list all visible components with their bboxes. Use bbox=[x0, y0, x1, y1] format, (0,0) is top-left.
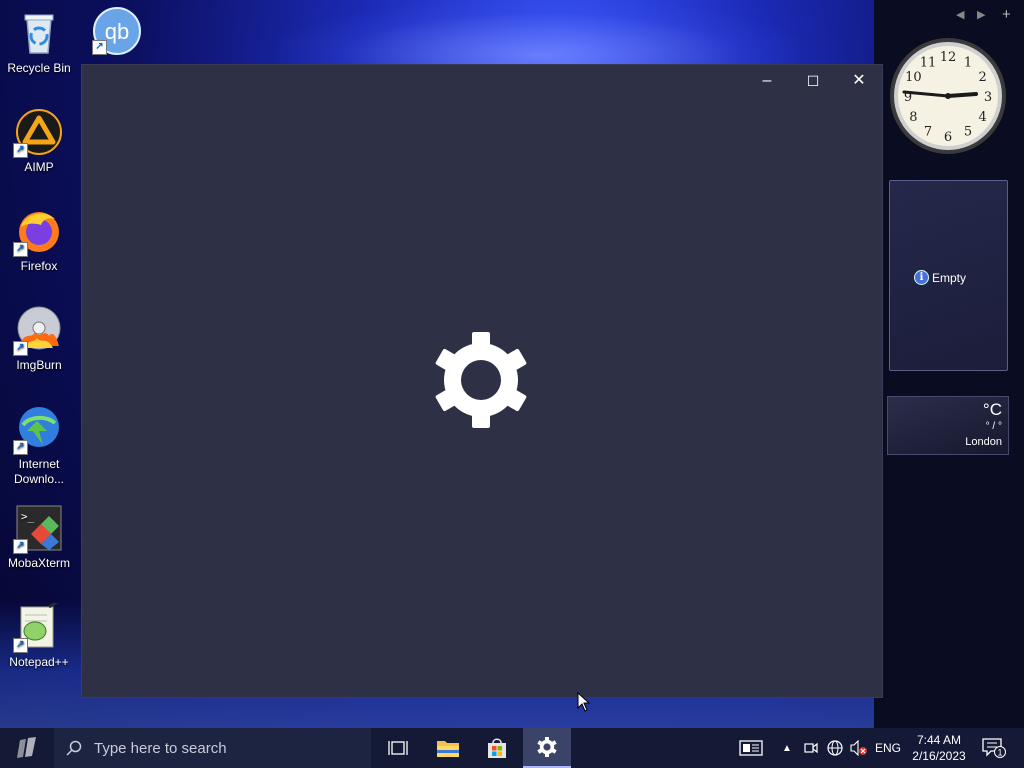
gear-icon bbox=[537, 737, 557, 757]
clock-number: 10 bbox=[905, 70, 922, 85]
internet-download-manager-icon: ↗ bbox=[13, 405, 63, 455]
notification-center-button[interactable]: 1 bbox=[976, 728, 1012, 768]
clock-hour-hand bbox=[946, 92, 978, 98]
shortcut-arrow-icon: ↗ bbox=[13, 143, 28, 158]
clock-number: 1 bbox=[964, 55, 972, 70]
maximize-button[interactable]: ☐ bbox=[790, 65, 836, 97]
gadget-next-button[interactable]: ▶ bbox=[977, 8, 985, 21]
desktop-icon-label: MobaXterm bbox=[7, 556, 71, 570]
desktop-icon-label: AIMP bbox=[24, 160, 54, 174]
desktop-icon-firefox[interactable]: ↗ Firefox bbox=[2, 207, 76, 274]
weather-city: London bbox=[965, 436, 1002, 448]
qbittorrent-glyph: qb bbox=[105, 19, 129, 44]
clock-face: 12 1234567891011 bbox=[890, 38, 1006, 154]
clock-number: 7 bbox=[924, 125, 932, 140]
shortcut-arrow-icon: ↗ bbox=[92, 40, 107, 55]
notification-count: 1 bbox=[997, 748, 1002, 758]
search-box[interactable]: Type here to search bbox=[54, 728, 371, 768]
clock-number: 2 bbox=[978, 70, 986, 85]
clock-number: 3 bbox=[984, 90, 992, 105]
store-icon bbox=[488, 738, 506, 758]
desktop-icon-label: Notepad++ bbox=[9, 655, 69, 669]
globe-icon bbox=[827, 740, 843, 756]
mobaxterm-icon: >_ ↗ bbox=[13, 504, 63, 554]
clock-number: 4 bbox=[978, 110, 986, 125]
camera-icon bbox=[804, 742, 818, 754]
shortcut-arrow-icon: ↗ bbox=[13, 539, 28, 554]
minimize-button[interactable]: – bbox=[744, 65, 790, 97]
search-placeholder: Type here to search bbox=[94, 739, 227, 757]
news-icon bbox=[739, 740, 763, 756]
gadget-prev-button[interactable]: ◀ bbox=[956, 8, 964, 21]
notepad-plus-plus-icon: ↗ bbox=[13, 599, 63, 653]
gadget-add-button[interactable]: + bbox=[1002, 6, 1011, 23]
start-button[interactable] bbox=[0, 728, 54, 768]
clock-number: 5 bbox=[964, 125, 972, 140]
desktop-icon-mobaxterm[interactable]: >_ ↗ MobaXterm bbox=[2, 504, 76, 571]
desktop-icon-label: ImgBurn bbox=[16, 358, 62, 372]
meet-now-button[interactable] bbox=[801, 728, 821, 768]
weather-temperature: °C bbox=[982, 400, 1002, 419]
imgburn-icon: ↗ bbox=[13, 306, 63, 356]
file-explorer-button[interactable] bbox=[424, 728, 472, 768]
notification-icon: 1 bbox=[982, 738, 1006, 758]
aimp-icon: ↗ bbox=[13, 108, 63, 158]
desktop-icon-notepad-plus-plus[interactable]: ↗ Notepad++ bbox=[2, 599, 76, 670]
desktop-icon-label: Recycle Bin bbox=[7, 61, 71, 75]
clock-number: 11 bbox=[920, 55, 937, 70]
task-view-button[interactable] bbox=[374, 728, 422, 768]
desktop-icon-internet-download-manager[interactable]: ↗ Internet Downlo... bbox=[2, 405, 76, 487]
news-widget-button[interactable] bbox=[733, 728, 769, 768]
clock-gadget[interactable]: 12 1 2 3 4 5 6 7 8 9 10 11 bbox=[888, 36, 1008, 156]
desktop-icon-qbittorrent[interactable]: qb ↗ bbox=[92, 7, 142, 57]
desktop-icon-aimp[interactable]: ↗ AIMP bbox=[2, 108, 76, 175]
gear-icon bbox=[435, 332, 527, 428]
clock-button[interactable]: 7:44 AM 2/16/2023 bbox=[906, 728, 972, 768]
empty-gadget-label-group: i Empty bbox=[914, 270, 966, 285]
shortcut-arrow-icon: ↗ bbox=[13, 242, 28, 257]
settings-taskbar-button[interactable] bbox=[523, 728, 571, 768]
info-icon: i bbox=[914, 270, 929, 285]
firefox-icon: ↗ bbox=[13, 207, 63, 257]
shortcut-arrow-icon: ↗ bbox=[13, 638, 28, 653]
task-view-icon bbox=[388, 741, 408, 755]
desktop-icon-label: Firefox bbox=[20, 259, 58, 273]
empty-gadget[interactable]: i Empty bbox=[889, 180, 1008, 371]
volume-button[interactable] bbox=[848, 728, 870, 768]
speaker-muted-icon bbox=[850, 740, 867, 756]
windows-start-icon bbox=[17, 737, 36, 758]
clock-number: 6 bbox=[944, 130, 952, 145]
microsoft-store-button[interactable] bbox=[473, 728, 521, 768]
language-indicator[interactable]: ENG bbox=[872, 728, 904, 768]
svg-text:>_: >_ bbox=[21, 510, 35, 523]
mouse-cursor-icon bbox=[577, 692, 591, 712]
shortcut-arrow-icon: ↗ bbox=[13, 341, 28, 356]
taskbar-date: 2/16/2023 bbox=[912, 749, 966, 763]
clock-number: 12 bbox=[940, 50, 957, 65]
empty-gadget-label: Empty bbox=[932, 270, 967, 285]
weather-range: ° / ° bbox=[985, 421, 1002, 432]
show-hidden-icons-button[interactable]: ▲ bbox=[778, 728, 796, 768]
clock-number: 8 bbox=[909, 110, 917, 125]
desktop-icon-recycle-bin[interactable]: Recycle Bin bbox=[2, 9, 76, 76]
desktop-icon-imgburn[interactable]: ↗ ImgBurn bbox=[2, 306, 76, 373]
desktop-icon-label: Internet Downlo... bbox=[13, 457, 65, 486]
taskbar: Type here to search ▲ ENG 7:44 AM 2/16/2… bbox=[0, 728, 1024, 768]
close-button[interactable]: ✕ bbox=[836, 65, 882, 97]
search-icon bbox=[66, 740, 82, 756]
network-button[interactable] bbox=[824, 728, 846, 768]
shortcut-arrow-icon: ↗ bbox=[13, 440, 28, 455]
taskbar-time: 7:44 AM bbox=[916, 733, 962, 747]
weather-gadget[interactable]: °C ° / ° London bbox=[887, 396, 1009, 455]
settings-window[interactable]: – ☐ ✕ bbox=[82, 65, 882, 697]
folder-icon bbox=[437, 741, 459, 757]
recycle-bin-icon bbox=[15, 9, 63, 57]
